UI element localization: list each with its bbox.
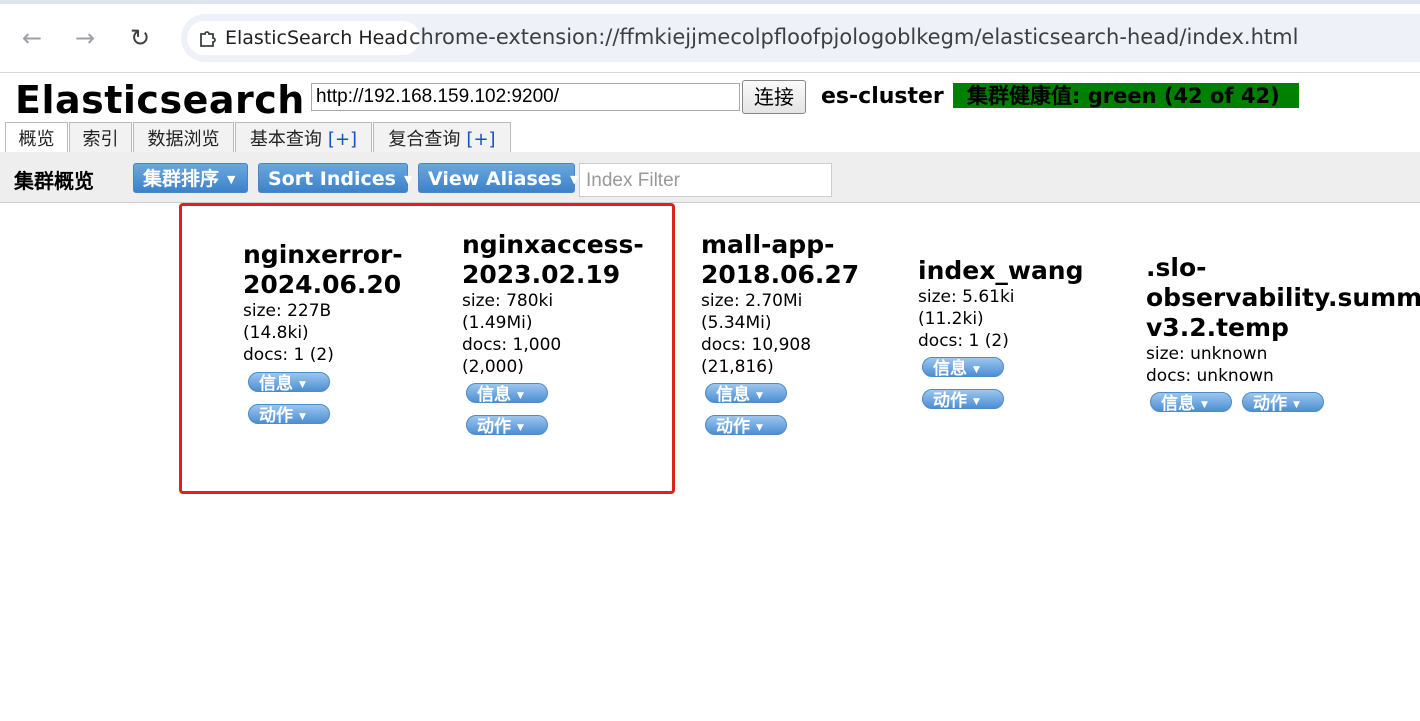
- index-docs: docs: 1 (2): [918, 331, 1009, 351]
- button-label: 信息: [933, 359, 967, 379]
- index-name: .slo-: [1146, 253, 1207, 282]
- app-title: Elasticsearch: [15, 78, 305, 122]
- button-label: 动作: [1253, 394, 1287, 414]
- info-button[interactable]: 信息 ▼: [922, 357, 1004, 379]
- back-arrow-icon[interactable]: ←: [16, 22, 48, 54]
- button-label: 动作: [933, 391, 967, 411]
- caret-down-icon: ▼: [756, 423, 763, 433]
- browser-tabstrip-edge: [0, 0, 1420, 4]
- index-name: v3.2.temp: [1146, 313, 1289, 342]
- index-name: mall-app-: [701, 230, 835, 259]
- tab-indices[interactable]: 索引: [69, 122, 132, 152]
- highlight-annotation-box: [179, 203, 675, 494]
- index-size-total: (11.2ki): [918, 309, 984, 329]
- button-label: View Aliases: [428, 168, 562, 190]
- tab-add-plus[interactable]: [+]: [328, 129, 357, 150]
- tab-add-plus[interactable]: [+]: [466, 129, 495, 150]
- tab-label: 复合查询: [388, 129, 461, 150]
- extension-puzzle-icon: [200, 31, 216, 47]
- caret-down-icon: ▼: [570, 173, 579, 186]
- sort-cluster-button[interactable]: 集群排序 ▼: [133, 163, 248, 193]
- tab-label: 索引: [82, 129, 119, 150]
- tab-browser[interactable]: 数据浏览: [133, 122, 234, 152]
- cluster-name: es-cluster: [821, 84, 944, 109]
- caret-down-icon: ▼: [973, 365, 980, 375]
- toolbar-title: 集群概览: [14, 169, 94, 193]
- button-label: 集群排序: [143, 168, 220, 190]
- index-docs-total: (21,816): [701, 357, 774, 377]
- button-label: 动作: [716, 417, 750, 437]
- tab-basic-query[interactable]: 基本查询 [+]: [235, 122, 372, 152]
- caret-down-icon: ▼: [227, 173, 236, 186]
- index-filter-input[interactable]: Index Filter: [579, 163, 832, 197]
- action-button[interactable]: 动作 ▼: [1242, 392, 1324, 414]
- cluster-health-badge: 集群健康值: green (42 of 42): [953, 83, 1299, 108]
- caret-down-icon: ▼: [973, 397, 980, 407]
- site-chip-label: ElasticSearch Head: [225, 27, 408, 49]
- main-tabs: 概览 索引 数据浏览 基本查询 [+] 复合查询 [+]: [0, 122, 1420, 153]
- index-card: mall-app- 2018.06.27 size: 2.70Mi (5.34M…: [701, 230, 859, 378]
- tab-overview[interactable]: 概览: [5, 122, 68, 153]
- index-size: size: 2.70Mi: [701, 291, 803, 311]
- index-docs: docs: 10,908: [701, 335, 812, 355]
- browser-toolbar: ← → ↻ ElasticSearch Head chrome-extensio…: [0, 0, 1420, 73]
- caret-down-icon: ▼: [1201, 400, 1208, 410]
- index-size-total: (5.34Mi): [701, 313, 772, 333]
- caret-down-icon: ▼: [1293, 400, 1300, 410]
- caret-down-icon: ▼: [756, 391, 763, 401]
- index-docs: docs: unknown: [1146, 366, 1274, 386]
- tab-label: 数据浏览: [147, 129, 220, 150]
- action-button[interactable]: 动作 ▼: [705, 415, 787, 437]
- reload-icon[interactable]: ↻: [124, 22, 156, 54]
- site-chip[interactable]: ElasticSearch Head: [187, 21, 420, 55]
- tab-compound-query[interactable]: 复合查询 [+]: [373, 122, 511, 152]
- index-name: observability.summa: [1146, 283, 1420, 312]
- url-text[interactable]: chrome-extension://ffmkiejjmecolpfloofpj…: [409, 25, 1298, 49]
- index-card: index_wang size: 5.61ki (11.2ki) docs: 1…: [918, 256, 1084, 352]
- address-bar[interactable]: ElasticSearch Head chrome-extension://ff…: [181, 14, 1420, 62]
- tab-label: 概览: [18, 129, 55, 150]
- forward-arrow-icon[interactable]: →: [69, 22, 101, 54]
- caret-down-icon: ▼: [403, 173, 413, 186]
- index-size: size: 5.61ki: [918, 287, 1015, 307]
- button-label: 信息: [716, 385, 750, 405]
- index-name: 2018.06.27: [701, 260, 860, 289]
- view-aliases-button[interactable]: View Aliases ▼: [418, 163, 579, 193]
- action-button[interactable]: 动作 ▼: [922, 389, 1004, 411]
- tab-label: 基本查询: [249, 129, 322, 150]
- info-button[interactable]: 信息 ▼: [1150, 392, 1232, 414]
- connect-button[interactable]: 连接: [742, 80, 806, 114]
- sort-indices-button[interactable]: Sort Indices ▼: [258, 163, 412, 193]
- button-label: Sort Indices: [268, 168, 396, 190]
- index-name: index_wang: [918, 256, 1084, 285]
- connect-url-input[interactable]: http://192.168.159.102:9200/: [311, 83, 740, 111]
- button-label: 信息: [1161, 394, 1195, 414]
- info-button[interactable]: 信息 ▼: [705, 383, 787, 405]
- overview-toolbar: 集群概览 集群排序 ▼ Sort Indices ▼ View Aliases ▼ I…: [0, 152, 1420, 203]
- index-card: .slo- observability.summa v3.2.temp size…: [1146, 253, 1420, 387]
- index-size: size: unknown: [1146, 344, 1268, 364]
